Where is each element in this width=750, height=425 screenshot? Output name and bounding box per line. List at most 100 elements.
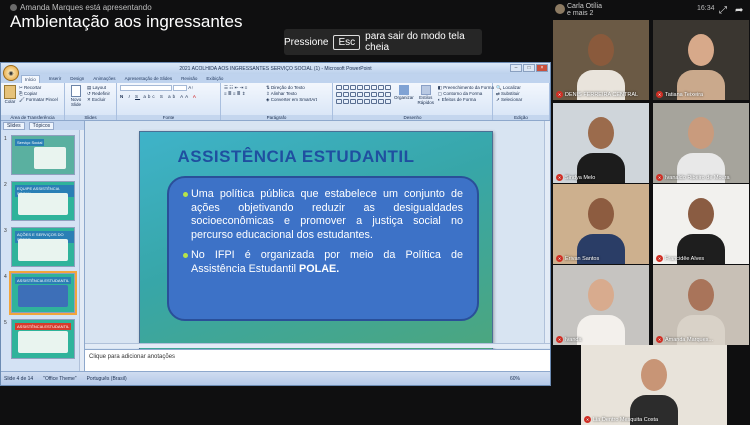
- mic-off-icon: ✕: [656, 91, 663, 98]
- notes-pane[interactable]: Clique para adicionar anotações: [85, 349, 550, 371]
- participant-name: ✕ Sindya Melo: [556, 174, 596, 181]
- bullet-2: No IFPI é organizada por meio da Polític…: [183, 249, 463, 276]
- tab-apresentacao[interactable]: Apresentação de Slides: [125, 76, 173, 81]
- panel-tabs: Slides Tópicos: [1, 121, 84, 130]
- meeting-title: Ambientação aos ingressantes: [10, 12, 243, 31]
- participant-avatar: [555, 4, 565, 14]
- participant-tile[interactable]: ✕ Sindya Melo: [553, 103, 649, 183]
- theme-name: "Office Theme": [43, 375, 77, 382]
- participant-name: ✕ Ivanaldo Ribeiro de Moura: [656, 174, 730, 181]
- active-speakers: Carla Otília e mais 2: [567, 3, 603, 17]
- participant-tile[interactable]: ✕ Amanda Marques...: [653, 265, 749, 345]
- format-painter-button[interactable]: 🖌 Formatar Pincel: [19, 97, 58, 103]
- participant-face: [688, 117, 714, 150]
- participant-name: ✕ Lia Dentro Mesquita Costa: [584, 416, 659, 423]
- font-format-buttons[interactable]: N I S abc S ab AA A: [120, 94, 217, 100]
- participant-face: [688, 34, 714, 67]
- slide-counter: Slide 4 de 14: [4, 375, 34, 382]
- arrange-button[interactable]: Organizar: [394, 85, 414, 105]
- office-button[interactable]: ◉: [3, 65, 19, 81]
- slide-thumbnail-selected[interactable]: 4 ASSISTÊNCIA ESTUDANTIL: [4, 271, 77, 315]
- select-button[interactable]: ➚ Selecionar: [496, 97, 546, 103]
- current-slide[interactable]: ASSISTÊNCIA ESTUDANTIL Uma política públ…: [139, 131, 493, 352]
- participant-tile[interactable]: ✕ Ivanaldo Ribeiro de Moura: [653, 103, 749, 183]
- mic-off-icon: ✕: [656, 336, 663, 343]
- tab-slides[interactable]: Slides: [3, 121, 25, 130]
- participant-face: [641, 359, 667, 392]
- bullet-icon: [183, 253, 188, 258]
- mic-off-icon: ✕: [584, 416, 591, 423]
- participant-face: [588, 117, 614, 150]
- tab-animacoes[interactable]: Animações: [93, 76, 115, 81]
- delete-button[interactable]: ✕ Excluir: [87, 97, 110, 103]
- bullet-1: Uma política pública que estabelece um c…: [183, 188, 463, 242]
- font-name-field[interactable]: [120, 85, 172, 91]
- stage-scrollbar[interactable]: [544, 121, 550, 343]
- slide-thumbnail[interactable]: 1 Serviço Social: [4, 135, 75, 175]
- status-bar: Slide 4 de 14 "Office Theme" Português (…: [1, 371, 550, 385]
- slide-thumbnail[interactable]: 5 ASSISTÊNCIA ESTUDANTIL: [4, 319, 75, 359]
- grow-font-icon[interactable]: A↑: [188, 85, 193, 90]
- group-slides: Novo Slide ▤ Layout ↺ Redefinir ✕ Exclui…: [65, 83, 117, 120]
- workspace: Slides Tópicos 1 Serviço Social 2 EQUIPE…: [1, 121, 550, 371]
- slide-stage: ASSISTÊNCIA ESTUDANTIL Uma política públ…: [85, 121, 550, 371]
- shapes-gallery[interactable]: [336, 85, 391, 105]
- minimize-button[interactable]: –: [510, 64, 522, 72]
- group-drawing: Organizar Estilos Rápidos ◧ Preenchiment…: [333, 83, 494, 120]
- participant-name: ✕ Erivan Santos: [556, 255, 600, 262]
- notes-placeholder: Clique para adicionar anotações: [89, 354, 176, 360]
- group-editing: 🔍 Localizar ⇄ Substituir ➚ Selecionar Ed…: [493, 83, 550, 120]
- paste-button[interactable]: Colar: [4, 85, 16, 104]
- participant-name: ✕ Amanda Marques...: [656, 336, 713, 343]
- tab-revisao[interactable]: Revisão: [181, 76, 197, 81]
- maximize-button[interactable]: □: [523, 64, 535, 72]
- participant-tile[interactable]: ✕ Francidêe Alves: [653, 184, 749, 264]
- fullscreen-icon[interactable]: ⤢: [719, 5, 727, 16]
- fullscreen-exit-banner: Pressione Esc para sair do modo tela che…: [284, 29, 482, 55]
- presenter-avatar: [10, 4, 17, 11]
- tab-inserir[interactable]: Inserir: [49, 76, 62, 81]
- mic-off-icon: ✕: [556, 174, 563, 181]
- arrange-icon: [398, 85, 409, 95]
- participant-tile[interactable]: ✕ DENIS FERREIRA CENTRAL: [553, 20, 649, 100]
- mic-off-icon: ✕: [656, 174, 663, 181]
- participant-face: [688, 198, 714, 231]
- slide-thumbnail[interactable]: 2 EQUIPE ASSISTÊNCIA SOCIAL: [4, 181, 75, 221]
- participant-face: [588, 279, 614, 312]
- tab-design[interactable]: Design: [70, 76, 84, 81]
- window-title-bar: 2021 ACOLHIDA AOS INGRESSANTES SERVIÇO S…: [1, 63, 550, 74]
- zoom-level[interactable]: 60%: [510, 376, 520, 382]
- tab-topicos[interactable]: Tópicos: [28, 121, 55, 130]
- tab-exibicao[interactable]: Exibição: [206, 76, 223, 81]
- slide-thumbnail[interactable]: 3 AÇÕES E SERVIÇOS DO SETOR: [4, 227, 75, 267]
- shape-effects-button[interactable]: ◐ Efeitos de Forma: [438, 97, 494, 103]
- quick-styles-button[interactable]: Estilos Rápidos: [417, 85, 435, 105]
- participant-name: ✕ Ivanda: [556, 336, 582, 343]
- participant-name: ✕ Francidêe Alves: [656, 255, 705, 262]
- participant-tile[interactable]: ✕ Erivan Santos: [553, 184, 649, 264]
- new-slide-button[interactable]: Novo Slide: [68, 85, 84, 107]
- clipboard-icon: [4, 85, 16, 99]
- language: Português (Brasil): [86, 375, 127, 382]
- group-clipboard: Colar ✂ Recortar ⎘ Copiar 🖌 Formatar Pin…: [1, 83, 65, 120]
- panel-scrollbar[interactable]: [79, 130, 84, 371]
- participant-face: [588, 34, 614, 67]
- bullet-icon: [183, 192, 188, 197]
- clock: 16:34: [697, 5, 715, 12]
- participant-face: [588, 198, 614, 231]
- top-right-bar: Carla Otília e mais 2 16:34 ⤢ ➦: [553, 0, 750, 20]
- close-button[interactable]: ×: [536, 64, 548, 72]
- share-icon[interactable]: ➦: [735, 5, 743, 16]
- participant-tile[interactable]: ✕ Tatiana Teixeira: [653, 20, 749, 100]
- esc-key: Esc: [333, 34, 361, 50]
- ribbon: Colar ✂ Recortar ⎘ Copiar 🖌 Formatar Pin…: [1, 83, 550, 121]
- align-buttons[interactable]: ≡ ≣ ≡ ≣ ⇕: [224, 91, 262, 97]
- stage-hscrollbar[interactable]: [85, 343, 550, 348]
- smartart-button[interactable]: ◈ Converter em SmartArt: [266, 97, 317, 103]
- mic-off-icon: ✕: [656, 255, 663, 262]
- font-size-field[interactable]: [173, 85, 188, 91]
- tab-inicio[interactable]: Início: [21, 74, 40, 83]
- participant-tile[interactable]: ✕ Lia Dentro Mesquita Costa: [581, 345, 727, 425]
- mic-off-icon: ✕: [556, 255, 563, 262]
- participant-tile[interactable]: ✕ Ivanda: [553, 265, 649, 345]
